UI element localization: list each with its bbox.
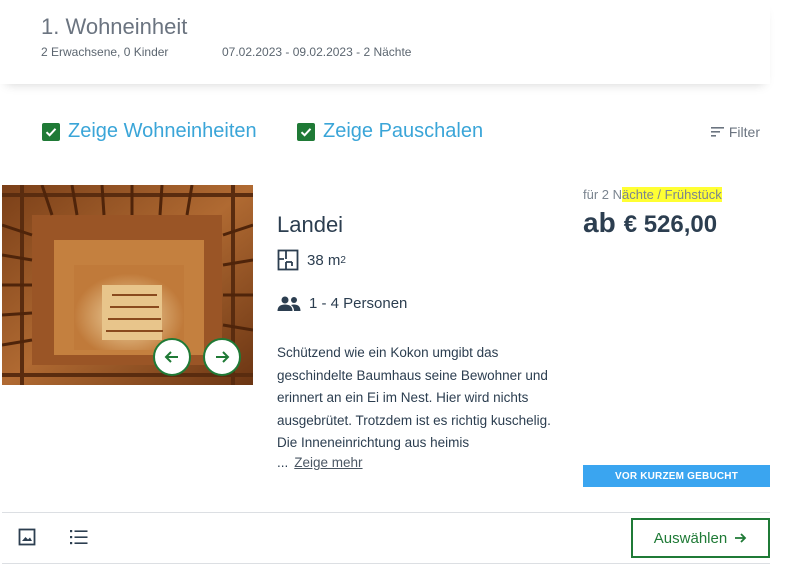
- room-size: 38 m2: [277, 249, 346, 271]
- filter-label[interactable]: Filter: [729, 124, 760, 140]
- room-size-unit: 2: [340, 254, 346, 266]
- people-icon: [277, 296, 301, 311]
- show-packages-toggle[interactable]: Zeige Pauschalen: [297, 120, 483, 143]
- room-persons: 1 - 4 Personen: [277, 295, 407, 312]
- date-summary: 07.02.2023 - 09.02.2023 - 2 Nächte: [222, 45, 412, 59]
- show-packages-label[interactable]: Zeige Pauschalen: [323, 120, 483, 143]
- filter-button[interactable]: Filter: [710, 124, 760, 140]
- divider: [2, 512, 770, 513]
- floorplan-icon: [277, 249, 299, 271]
- list-view-icon[interactable]: [69, 528, 89, 551]
- checkbox-checked-icon[interactable]: [297, 122, 315, 141]
- guest-summary: 2 Erwachsene, 0 Kinder: [41, 45, 169, 59]
- price-note: für 2 Nächte / Frühstück: [583, 187, 722, 202]
- recently-booked-badge: VOR KURZEM GEBUCHT: [583, 465, 770, 487]
- room-persons-label: 1 - 4 Personen: [309, 295, 408, 312]
- price-amount: € 526,00: [623, 211, 718, 238]
- ellipsis: ...: [277, 455, 289, 470]
- filter-lines-icon: [710, 127, 724, 137]
- select-button-label[interactable]: Auswählen: [654, 530, 727, 547]
- price-note-highlight: ächte / Frühstück: [622, 187, 722, 202]
- checkbox-checked-icon[interactable]: [42, 122, 60, 141]
- show-more-link[interactable]: Zeige mehr: [294, 455, 362, 470]
- arrow-right-icon: [216, 351, 230, 363]
- arrow-left-icon: [164, 351, 178, 363]
- divider: [2, 563, 770, 564]
- show-units-label[interactable]: Zeige Wohneinheiten: [68, 120, 257, 143]
- room-description: Schützend wie ein Kokon umgibt das gesch…: [277, 345, 551, 450]
- arrow-right-icon: [735, 533, 747, 543]
- room-name: Landei: [277, 212, 344, 237]
- price: ab € 526,00: [583, 207, 717, 239]
- previous-photo-button[interactable]: [153, 338, 191, 376]
- show-more-row: ... Zeige mehr: [277, 455, 363, 470]
- room-size-value: 38 m: [307, 251, 341, 269]
- booking-header: 1. Wohneinheit 2 Erwachsene, 0 Kinder 07…: [0, 0, 770, 84]
- show-units-toggle[interactable]: Zeige Wohneinheiten: [42, 120, 257, 143]
- select-button[interactable]: Auswählen: [631, 518, 770, 558]
- price-note-prefix: für 2 N: [583, 187, 623, 202]
- unit-title: 1. Wohneinheit: [41, 14, 188, 39]
- price-from-label: ab: [583, 207, 616, 238]
- gallery-view-icon[interactable]: [18, 528, 36, 551]
- next-photo-button[interactable]: [203, 338, 241, 376]
